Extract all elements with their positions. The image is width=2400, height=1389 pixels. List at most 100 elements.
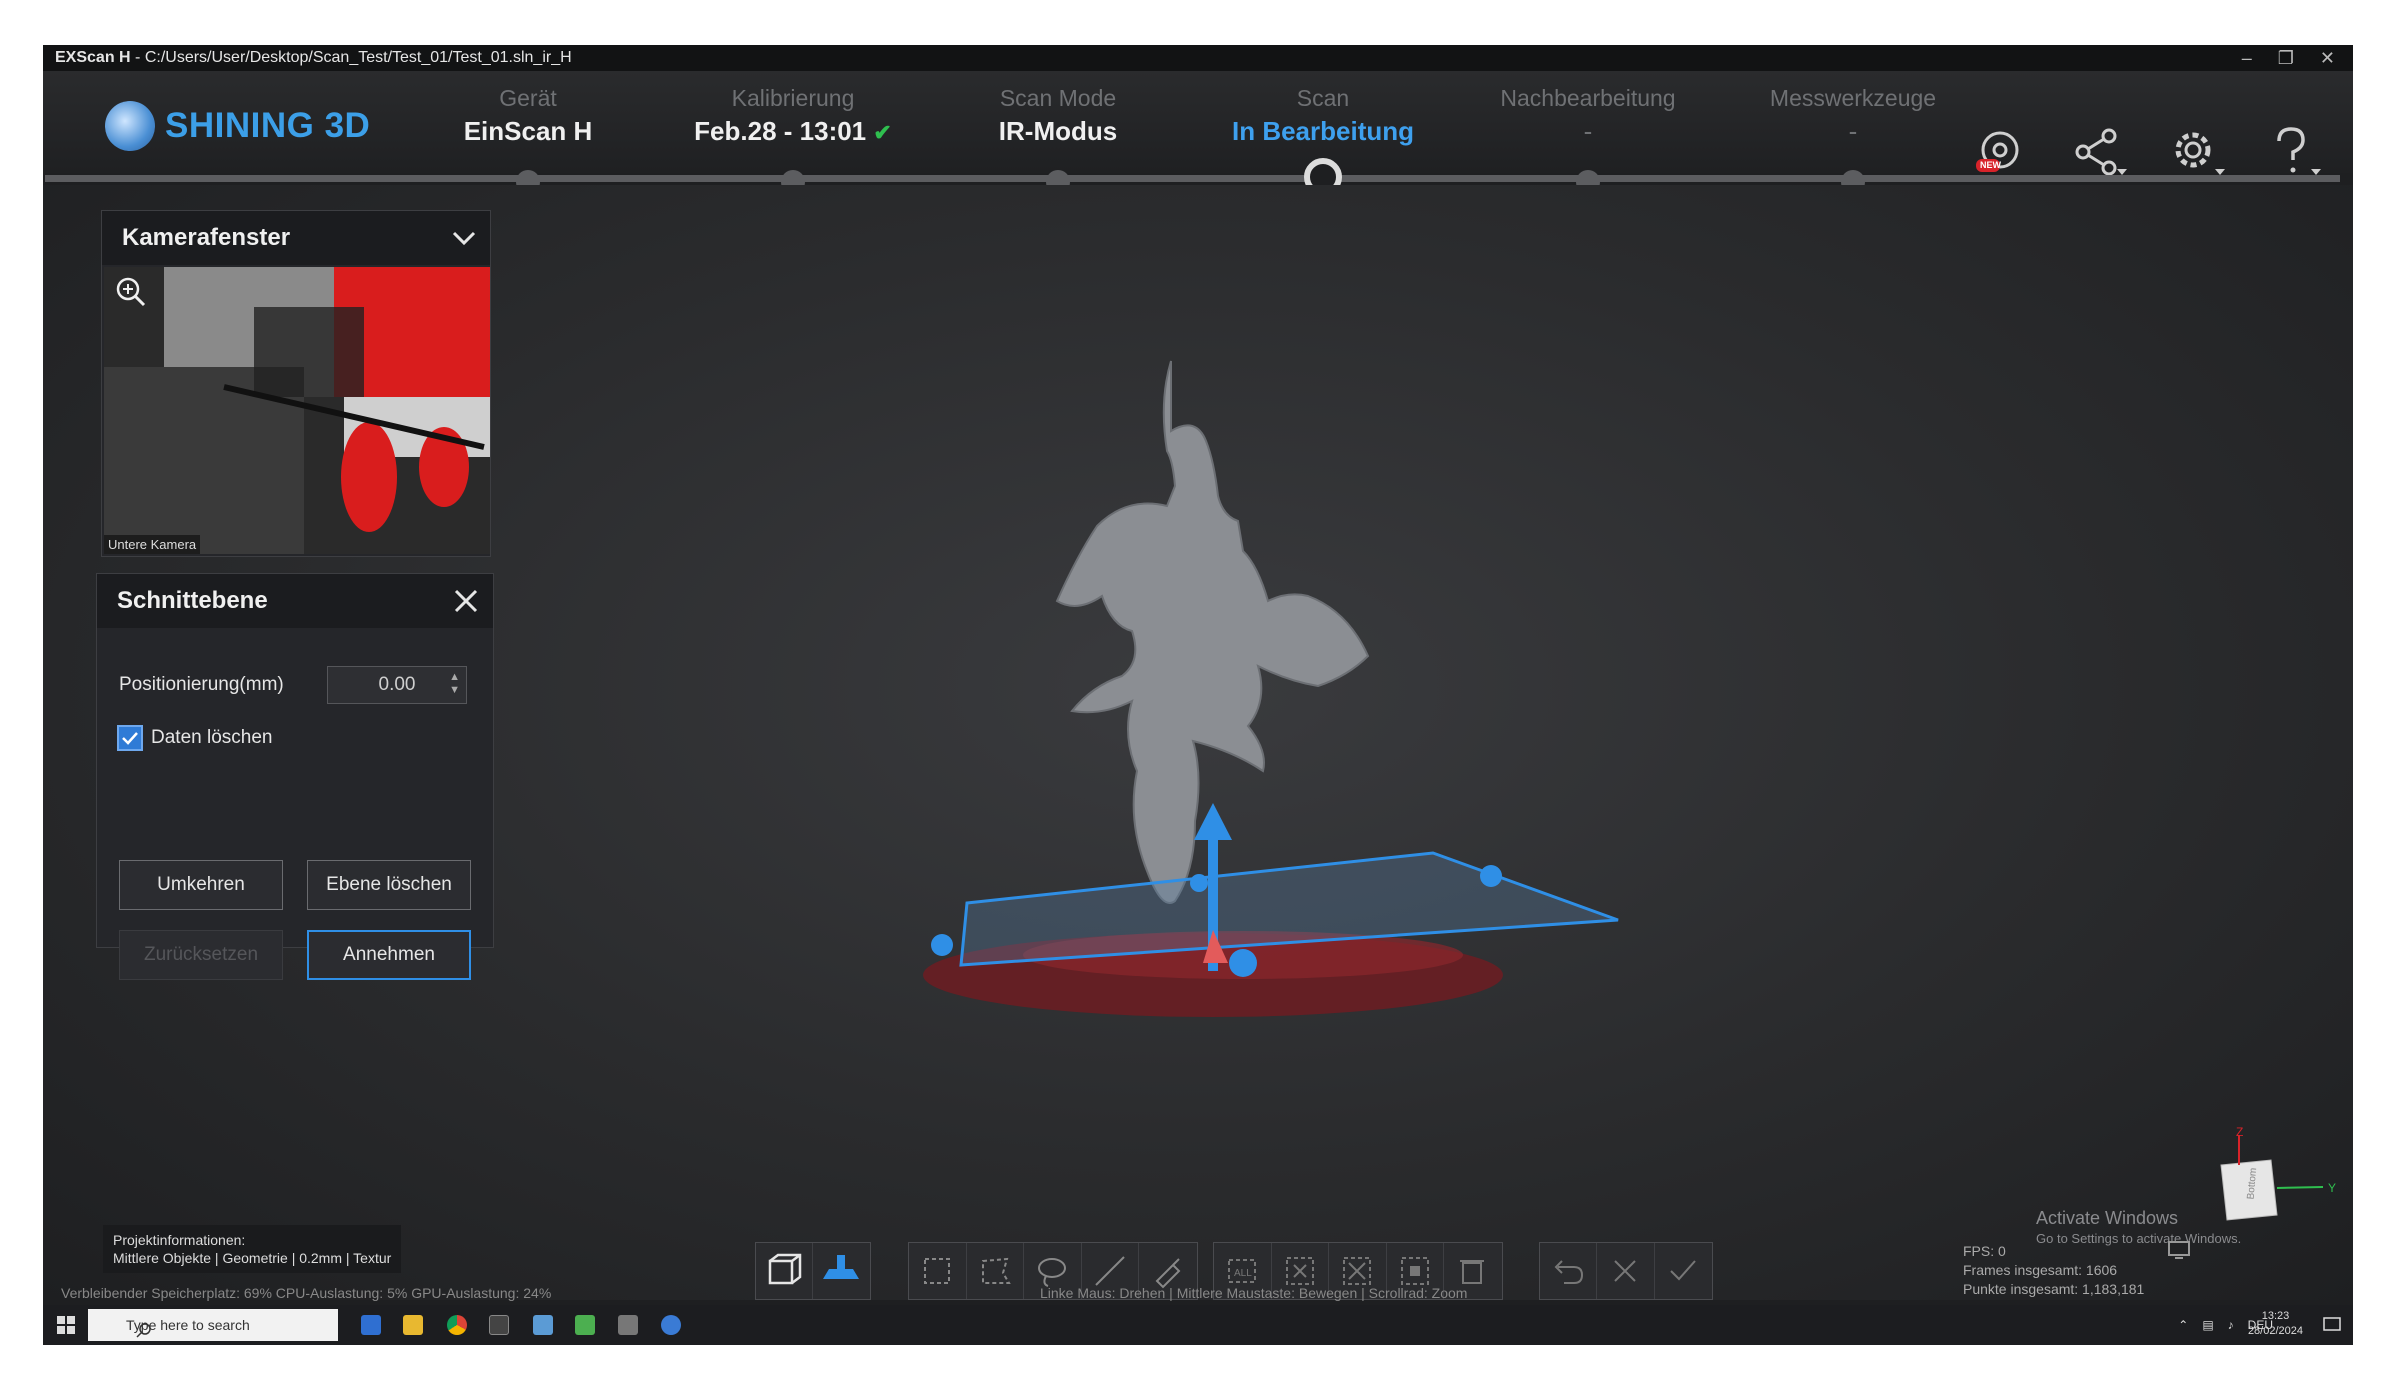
step-label: Nachbearbeitung [1500, 85, 1676, 111]
position-input[interactable]: 0.00 ▲ ▼ [327, 666, 467, 704]
step-value: Feb.28 - 13:01 ✔ [694, 116, 892, 146]
cancel-icon[interactable] [1597, 1243, 1655, 1299]
step-value: - [1583, 116, 1593, 146]
step-device[interactable]: Gerät EinScan H [418, 85, 638, 147]
y-axis-line [2276, 1186, 2324, 1189]
step-value: EinScan H [463, 116, 593, 146]
exscan-window: EXScan H - C:/Users/User/Desktop/Scan_Te… [43, 45, 2353, 1345]
polygon-select-icon[interactable] [967, 1243, 1025, 1299]
camera-panel-header[interactable]: Kamerafenster [102, 211, 490, 265]
header-tools: NEW [1971, 123, 2323, 181]
plane-handle[interactable] [1229, 949, 1257, 977]
step-value: - [1848, 116, 1858, 146]
zoom-in-icon[interactable] [114, 275, 148, 309]
resource-status: Verbleibender Speicherplatz: 69% CPU-Aus… [61, 1285, 552, 1301]
delete-data-checkbox[interactable] [117, 725, 143, 751]
workflow-header: SHINING 3D Gerät EinScan H Kalibrierung … [43, 71, 2353, 176]
windows-taskbar: Type here to search ⌃ ▤ ♪ DEU 13:23 28/0… [43, 1305, 2353, 1345]
gear-icon[interactable] [2167, 123, 2225, 181]
volume-icon[interactable]: ♪ [2228, 1318, 2234, 1332]
delete-plane-button[interactable]: Ebene löschen [307, 860, 471, 910]
camera-preview: Untere Kamera [104, 267, 490, 554]
y-axis-label: Y [2328, 1181, 2336, 1195]
cutting-plane-panel: Schnittebene Positionierung(mm) 0.00 ▲ ▼ … [96, 573, 494, 980]
restore-icon[interactable]: ❐ [2278, 45, 2294, 71]
accept-button[interactable]: Annehmen [307, 930, 471, 980]
step-label: Scan [1296, 85, 1350, 111]
project-info-title: Projektinformationen: [113, 1232, 246, 1248]
app-icon[interactable] [575, 1315, 595, 1335]
plane-handle[interactable] [1190, 874, 1208, 892]
fps-readout: FPS: 0 [1963, 1243, 2006, 1259]
undo-icon[interactable] [1540, 1243, 1598, 1299]
powershell-icon[interactable] [361, 1315, 381, 1335]
plane-handle[interactable] [1480, 865, 1502, 887]
step-post-processing[interactable]: Nachbearbeitung - [1478, 85, 1698, 147]
camera-label: Untere Kamera [104, 535, 201, 554]
delete-data-label: Daten löschen [151, 727, 273, 748]
wireframe-box-icon[interactable] [756, 1243, 814, 1299]
spinner-arrows-icon[interactable]: ▲ ▼ [449, 671, 460, 697]
new-badge: NEW [1980, 160, 2001, 170]
step-scan[interactable]: Scan In Bearbeitung [1213, 85, 1433, 147]
close-icon[interactable] [453, 588, 479, 619]
invert-button[interactable]: Umkehren [119, 860, 283, 910]
frames-total: Frames insgesamt: 1606 [1963, 1262, 2118, 1278]
camera-image [104, 267, 490, 554]
notification-icon[interactable] [2323, 1316, 2341, 1339]
plane-normal-arrowhead[interactable] [1194, 803, 1232, 840]
camera-panel-title: Kamerafenster [122, 224, 291, 251]
view-mode-toolbar [755, 1242, 871, 1300]
app-grid-icon[interactable] [618, 1315, 638, 1335]
step-label: Messwerkzeuge [1769, 85, 1937, 111]
minimize-icon[interactable]: – [2242, 45, 2252, 71]
taskbar-clock[interactable]: 13:23 28/02/2024 [2248, 1309, 2303, 1339]
clock-time: 13:23 [2261, 1310, 2290, 1322]
position-label: Positionierung(mm) [119, 674, 284, 695]
cutting-plane-title: Schnittebene [117, 587, 268, 614]
windows-start-icon[interactable] [57, 1316, 75, 1339]
close-window-icon[interactable]: ✕ [2320, 45, 2335, 71]
model-icon-svg [1976, 131, 2019, 172]
model-new-icon[interactable]: NEW [1971, 123, 2029, 181]
step-label: Gerät [499, 85, 557, 111]
screen-icon[interactable] [2167, 1240, 2191, 1265]
project-info-details: Mittlere Objekte | Geometrie | 0.2mm | T… [113, 1250, 392, 1266]
plane-handle[interactable] [931, 934, 953, 956]
file-explorer-icon[interactable] [403, 1315, 423, 1335]
checkmark-icon: ✔ [873, 120, 892, 145]
z-axis-label: Z [2236, 1125, 2243, 1139]
window-controls: – ❐ ✕ [2242, 45, 2335, 71]
activate-line1: Activate Windows [2036, 1208, 2179, 1228]
confirm-check-icon[interactable] [1655, 1243, 1712, 1299]
step-calibration[interactable]: Kalibrierung Feb.28 - 13:01 ✔ [683, 85, 903, 147]
scan-stats: FPS: 0 Frames insgesamt: 1606 Punkte ins… [1963, 1242, 2144, 1299]
chrome-icon[interactable] [447, 1315, 467, 1335]
network-icon[interactable]: ▤ [2202, 1318, 2213, 1332]
cutting-plane-tool-icon[interactable] [813, 1243, 870, 1299]
step-scan-mode[interactable]: Scan Mode IR-Modus [948, 85, 1168, 147]
chevron-down-icon[interactable] [450, 223, 478, 256]
checkmark-icon [122, 732, 138, 745]
points-total: Punkte insgesamt: 1,183,181 [1963, 1281, 2145, 1297]
chevron-up-icon[interactable]: ⌃ [2178, 1318, 2188, 1332]
shining3d-logo: SHINING 3D [105, 101, 370, 151]
reset-button[interactable]: Zurücksetzen [119, 930, 283, 980]
rect-select-icon[interactable] [909, 1243, 967, 1299]
project-info: Projektinformationen: Mittlere Objekte |… [103, 1225, 402, 1273]
step-value: In Bearbeitung [1231, 116, 1414, 146]
exscan-taskbar-icon[interactable] [661, 1315, 681, 1335]
step-measurement-tools[interactable]: Messwerkzeuge - [1743, 85, 1963, 147]
snipping-tool-icon[interactable] [533, 1315, 553, 1335]
step-value: IR-Modus [998, 116, 1118, 146]
taskbar-search-input[interactable]: Type here to search [88, 1309, 338, 1341]
logo-icon [105, 101, 155, 151]
mouse-hint: Linke Maus: Drehen | Mittlere Maustaste:… [1040, 1285, 1468, 1301]
share-icon[interactable] [2069, 123, 2127, 181]
terminal-icon[interactable] [489, 1315, 509, 1335]
orientation-gizmo[interactable]: Z Y Bottom [2220, 1125, 2336, 1221]
position-value: 0.00 [378, 674, 416, 695]
help-icon[interactable] [2265, 123, 2323, 181]
svg-text:ALL: ALL [1234, 1268, 1252, 1279]
cutting-plane-header: Schnittebene [97, 574, 493, 628]
